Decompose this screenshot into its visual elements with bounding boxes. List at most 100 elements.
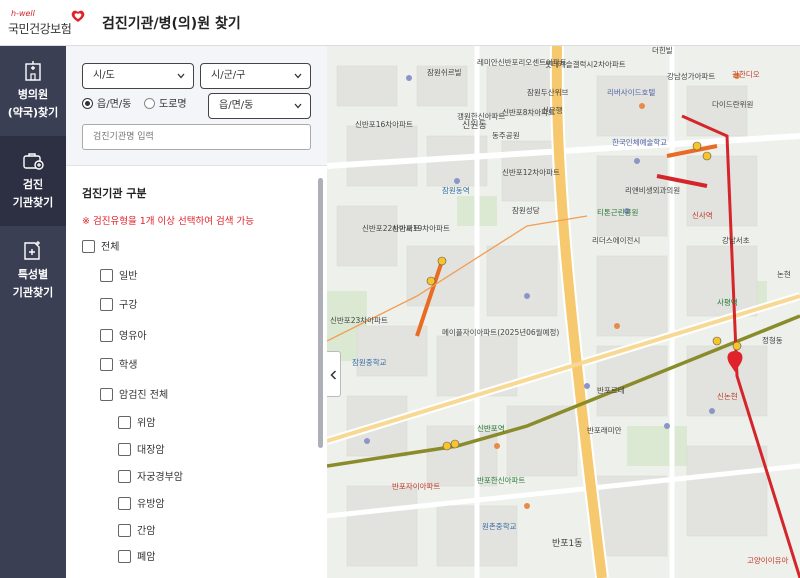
checkbox-cervical[interactable]: 자궁경부암 <box>118 470 183 486</box>
map-label: 신반포역 <box>477 424 505 433</box>
checkbox-all[interactable]: 전체 <box>82 240 119 256</box>
checkbox-label: 위암 <box>137 418 156 429</box>
checkbox-student[interactable]: 학생 <box>100 358 137 374</box>
checkbox-cancer-all[interactable]: 암검진 전체 <box>100 388 168 404</box>
checkbox-icon <box>100 358 113 371</box>
checkbox-general[interactable]: 일반 <box>100 269 137 285</box>
map-label: 티톤근린공원 <box>597 208 639 217</box>
sigungu-select-value: 시/군/구 <box>211 70 246 81</box>
checkbox-icon <box>118 524 131 537</box>
map-label: 신사역 <box>692 211 713 220</box>
document-plus-icon <box>24 241 40 260</box>
nav-label-line1: 검진 <box>22 178 44 191</box>
checkbox-oral[interactable]: 구강 <box>100 298 137 314</box>
page-title: 검진기관/병(의)원 찾기 <box>102 16 241 32</box>
checkbox-colon[interactable]: 대장암 <box>118 443 165 459</box>
chevron-left-icon <box>330 370 337 380</box>
map-label: 원촌중학교 <box>482 522 517 531</box>
radio-dong[interactable]: 읍/면/동 <box>82 98 131 112</box>
radio-road[interactable]: 도로명 <box>144 98 187 112</box>
panel-collapse-button[interactable] <box>327 351 341 397</box>
checkbox-icon <box>118 443 131 456</box>
map-label: 잠원쉬르빌 <box>427 68 462 77</box>
checkbox-breast[interactable]: 유방암 <box>118 497 165 513</box>
map-label: 다이드란위원 <box>712 100 754 109</box>
nav-item-hospital-search[interactable]: 병의원 (약국)찾기 <box>0 46 66 136</box>
map-label: 사평역 <box>717 298 738 307</box>
map-label: 강남성가아파트 <box>667 72 716 81</box>
checkbox-label: 자궁경부암 <box>137 472 183 483</box>
map-view[interactable]: 잠원쉬르빌 레미안신반포리오센트아파트 롯데캐슬갤럭시2차아파트 더힌빌 잠원두… <box>327 46 800 578</box>
section-title: 검진기관 구분 <box>82 187 147 200</box>
map-label: 메이플자이아파트(2025년06월예정) <box>442 328 560 337</box>
checkbox-label: 폐암 <box>137 552 156 563</box>
checkbox-lung[interactable]: 폐암 <box>118 550 155 566</box>
logo-text: 국민건강보험 <box>8 22 72 36</box>
map-label: 더힌빌 <box>652 46 673 55</box>
radio-dong-label: 읍/면/동 <box>97 99 132 110</box>
map-label: 반포르테 <box>597 386 625 395</box>
chevron-down-icon <box>294 73 302 79</box>
map-label: 잠원중학교 <box>352 358 387 367</box>
nav-item-special-search[interactable]: 특성별 기관찾기 <box>0 226 66 316</box>
map-label: 정형동 <box>762 336 783 345</box>
checkbox-label: 구강 <box>119 300 138 311</box>
search-panel: 시/도 시/군/구 읍/면/동 도로명 읍/면/동 검진기관 구분 ※ 검진유형… <box>66 46 327 578</box>
checkbox-label: 대장암 <box>137 445 165 456</box>
institution-name-input[interactable] <box>82 124 311 150</box>
dong-select[interactable]: 읍/면/동 <box>208 93 311 119</box>
checkbox-label: 전체 <box>101 242 120 253</box>
checkbox-icon <box>118 497 131 510</box>
heart-logo-icon <box>71 10 85 22</box>
map-label: 리앤비생외과의원 <box>625 186 681 195</box>
map-label: 논현 <box>777 270 791 279</box>
map-label: 신반포16차아파트 <box>355 120 413 129</box>
checkbox-icon <box>100 298 113 311</box>
map-label: 리더스에이전시 <box>592 236 641 245</box>
checkbox-label: 유방암 <box>137 499 165 510</box>
checkbox-label: 학생 <box>119 360 138 371</box>
panel-scrollbar[interactable] <box>318 178 323 448</box>
radio-selected-icon <box>82 98 93 109</box>
map-label: 리버사이드호텔 <box>607 88 656 97</box>
checkbox-icon <box>100 388 113 401</box>
logo-subtitle: h-well <box>11 9 35 18</box>
nhis-logo[interactable]: h-well 국민건강보험 <box>8 8 88 38</box>
nav-label-line2: 기관찾기 <box>12 286 54 299</box>
chevron-down-icon <box>177 73 185 79</box>
map-label: 한국인체예술학교 <box>612 138 668 147</box>
checkbox-liver[interactable]: 간암 <box>118 524 155 540</box>
map-label: 신논현 <box>717 392 738 401</box>
map-label: 반포1동 <box>552 539 583 549</box>
nav-label-line1: 병의원 <box>17 88 49 101</box>
nav-label-line1: 특성별 <box>17 268 49 281</box>
map-label: 신반포23차아파트 <box>330 316 388 325</box>
checkbox-icon <box>118 416 131 429</box>
checkbox-icon <box>100 269 113 282</box>
map-label: 관한디오 <box>732 70 760 79</box>
location-filter-area: 시/도 시/군/구 읍/면/동 도로명 읍/면/동 <box>66 46 327 166</box>
nav-item-checkup-search[interactable]: 검진 기관찾기 <box>0 136 66 226</box>
map-label: 신반포12차아파트 <box>502 168 560 177</box>
checkbox-label: 암검진 전체 <box>119 390 169 401</box>
checkbox-stomach[interactable]: 위암 <box>118 416 155 432</box>
map-label: 강남서초 <box>722 236 750 245</box>
map-label: 반포래미안 <box>587 426 622 435</box>
nav-label-line2: (약국)찾기 <box>7 106 59 119</box>
map-label: 신원동 <box>462 121 487 131</box>
map-label: 갱원한신아파트 <box>457 112 506 121</box>
sigungu-select[interactable]: 시/군/구 <box>200 63 311 89</box>
dong-select-value: 읍/면/동 <box>219 100 254 111</box>
checkbox-icon <box>118 470 131 483</box>
checkbox-icon <box>118 550 131 563</box>
map-label: 신은행 <box>542 106 563 115</box>
map-label: 반포자이아파트 <box>392 482 441 491</box>
map-label: 동주공원 <box>492 131 520 140</box>
left-sidebar: 병의원 (약국)찾기 검진 기관찾기 특성별 기관찾기 <box>0 46 66 578</box>
radio-road-label: 도로명 <box>159 99 187 110</box>
sido-select[interactable]: 시/도 <box>82 63 194 89</box>
checkup-bag-icon <box>23 153 44 170</box>
map-label: 잠원두산위브 <box>527 88 569 97</box>
checkbox-infant[interactable]: 영유아 <box>100 329 147 345</box>
hospital-icon <box>25 61 41 81</box>
